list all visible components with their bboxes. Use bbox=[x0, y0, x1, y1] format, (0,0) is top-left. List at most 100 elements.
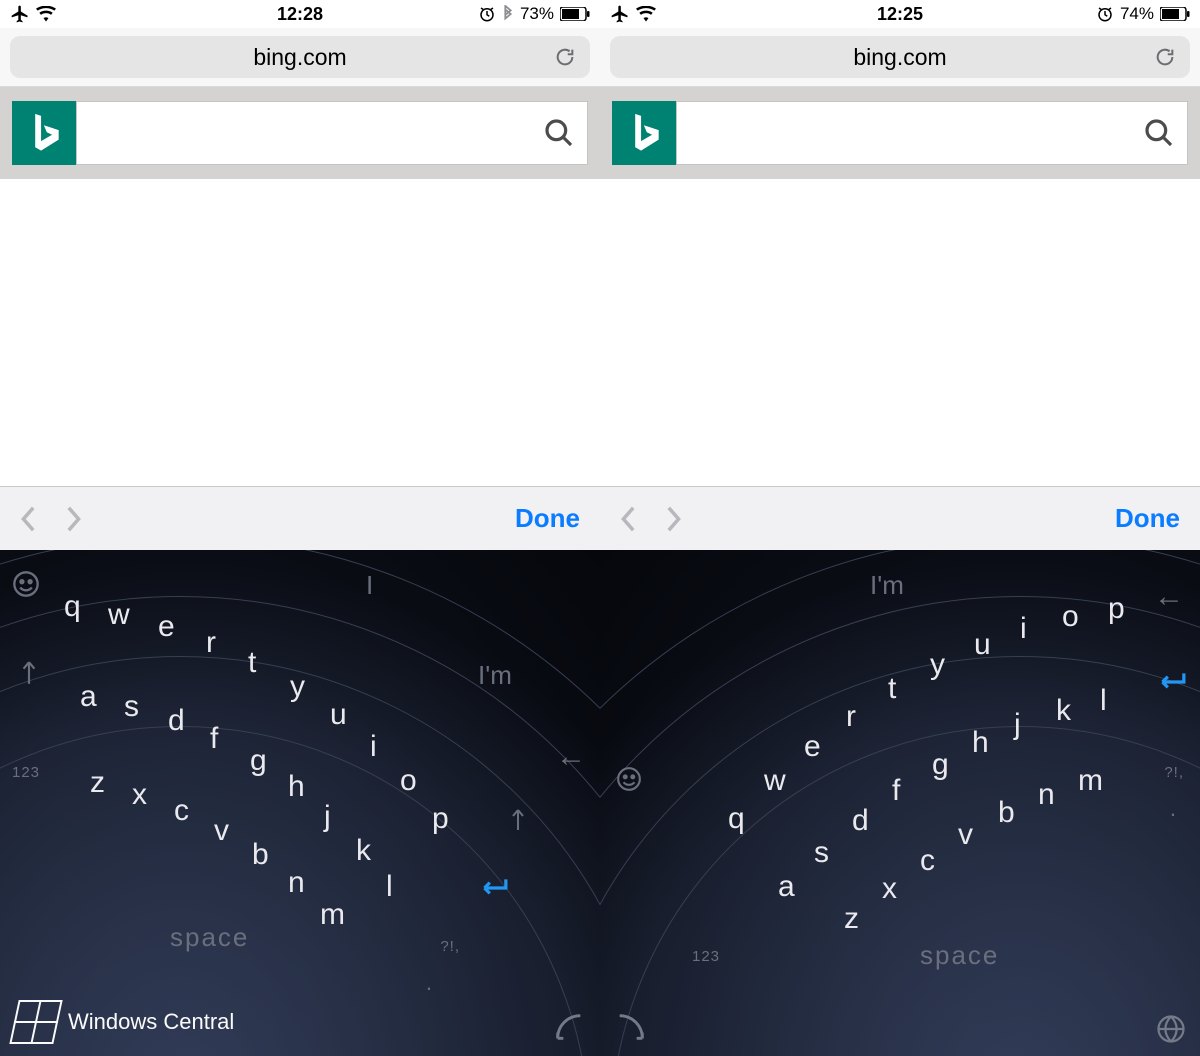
key-k[interactable]: k bbox=[1056, 694, 1071, 728]
key-a[interactable]: a bbox=[778, 870, 795, 904]
key-m[interactable]: m bbox=[1078, 764, 1103, 798]
url-text: bing.com bbox=[853, 44, 946, 71]
one-hand-toggle-icon[interactable] bbox=[552, 1010, 586, 1044]
key-z[interactable]: z bbox=[90, 766, 105, 800]
punctuation-key[interactable]: ?!, bbox=[1164, 764, 1184, 781]
key-e[interactable]: e bbox=[158, 610, 175, 644]
keyboard-accessory: Done bbox=[0, 486, 600, 550]
key-h[interactable]: h bbox=[288, 770, 305, 804]
emoji-icon[interactable] bbox=[616, 766, 642, 792]
done-button[interactable]: Done bbox=[1115, 503, 1180, 534]
search-input[interactable] bbox=[76, 101, 588, 165]
key-g[interactable]: g bbox=[932, 748, 949, 782]
reload-icon[interactable] bbox=[1154, 45, 1176, 69]
shift-key-right[interactable] bbox=[508, 808, 528, 832]
enter-key[interactable] bbox=[478, 876, 508, 900]
key-y[interactable]: y bbox=[290, 670, 305, 704]
space-key[interactable]: space bbox=[170, 922, 249, 953]
next-field-icon[interactable] bbox=[664, 505, 682, 533]
url-bar[interactable]: bing.com bbox=[610, 36, 1190, 78]
key-q[interactable]: q bbox=[728, 802, 745, 836]
key-j[interactable]: j bbox=[324, 800, 331, 834]
key-d[interactable]: d bbox=[168, 704, 185, 738]
search-icon[interactable] bbox=[543, 117, 575, 149]
key-w[interactable]: w bbox=[108, 598, 130, 632]
keyboard[interactable]: I'm ← ?!, . 123 q w e r t y u i o p bbox=[600, 550, 1200, 1056]
key-f[interactable]: f bbox=[892, 774, 900, 808]
key-g[interactable]: g bbox=[250, 744, 267, 778]
key-a[interactable]: a bbox=[80, 680, 97, 714]
key-w[interactable]: w bbox=[764, 764, 786, 798]
prev-field-icon[interactable] bbox=[20, 505, 38, 533]
key-s[interactable]: s bbox=[124, 690, 139, 724]
key-s[interactable]: s bbox=[814, 836, 829, 870]
key-l[interactable]: l bbox=[386, 870, 393, 904]
period-key[interactable]: . bbox=[426, 970, 432, 996]
key-t[interactable]: t bbox=[248, 646, 256, 680]
key-r[interactable]: r bbox=[846, 700, 856, 734]
key-c[interactable]: c bbox=[920, 844, 935, 878]
key-m[interactable]: m bbox=[320, 898, 345, 932]
period-key[interactable]: . bbox=[1170, 796, 1176, 822]
search-region bbox=[0, 87, 600, 179]
space-key[interactable]: space bbox=[920, 940, 999, 971]
key-i[interactable]: i bbox=[370, 730, 377, 764]
next-field-icon[interactable] bbox=[64, 505, 82, 533]
backspace-icon[interactable]: ← bbox=[1154, 580, 1184, 614]
key-u[interactable]: u bbox=[330, 698, 347, 732]
key-x[interactable]: x bbox=[132, 778, 147, 812]
key-z[interactable]: z bbox=[844, 902, 859, 936]
suggestion-0[interactable]: I'm bbox=[870, 570, 904, 601]
cursor-left-icon[interactable]: ← bbox=[556, 740, 586, 774]
key-o[interactable]: o bbox=[1062, 600, 1079, 634]
enter-key[interactable] bbox=[1156, 670, 1186, 694]
key-x[interactable]: x bbox=[882, 872, 897, 906]
wifi-icon bbox=[636, 6, 656, 22]
suggestion-1[interactable]: I'm bbox=[478, 660, 512, 691]
numeric-key[interactable]: 123 bbox=[692, 948, 720, 965]
key-v[interactable]: v bbox=[214, 814, 229, 848]
url-bar-region: bing.com bbox=[600, 28, 1200, 87]
shift-key[interactable] bbox=[18, 660, 40, 686]
key-v[interactable]: v bbox=[958, 818, 973, 852]
key-t[interactable]: t bbox=[888, 672, 896, 706]
key-e[interactable]: e bbox=[804, 730, 821, 764]
bing-logo[interactable] bbox=[612, 101, 676, 165]
key-l[interactable]: l bbox=[1100, 684, 1107, 718]
key-b[interactable]: b bbox=[998, 796, 1015, 830]
key-p[interactable]: p bbox=[1108, 592, 1125, 626]
key-b[interactable]: b bbox=[252, 838, 269, 872]
url-bar[interactable]: bing.com bbox=[10, 36, 590, 78]
globe-icon[interactable] bbox=[1156, 1014, 1186, 1044]
one-hand-toggle-icon[interactable] bbox=[614, 1010, 648, 1044]
keyboard[interactable]: 123 I I'm ← ?!, . q w e r t y u i o p bbox=[0, 550, 600, 1056]
key-q[interactable]: q bbox=[64, 590, 81, 624]
search-input[interactable] bbox=[676, 101, 1188, 165]
prev-field-icon[interactable] bbox=[620, 505, 638, 533]
punctuation-key[interactable]: ?!, bbox=[440, 938, 460, 955]
search-icon[interactable] bbox=[1143, 117, 1175, 149]
key-d[interactable]: d bbox=[852, 804, 869, 838]
key-k[interactable]: k bbox=[356, 834, 371, 868]
key-h[interactable]: h bbox=[972, 726, 989, 760]
suggestion-0[interactable]: I bbox=[366, 570, 373, 601]
bing-logo[interactable] bbox=[12, 101, 76, 165]
key-r[interactable]: r bbox=[206, 626, 216, 660]
emoji-icon[interactable] bbox=[12, 570, 40, 598]
key-o[interactable]: o bbox=[400, 764, 417, 798]
bluetooth-icon bbox=[502, 5, 514, 23]
key-u[interactable]: u bbox=[974, 628, 991, 662]
wifi-icon bbox=[36, 6, 56, 22]
key-j[interactable]: j bbox=[1014, 708, 1021, 742]
key-n[interactable]: n bbox=[1038, 778, 1055, 812]
key-y[interactable]: y bbox=[930, 648, 945, 682]
numeric-key[interactable]: 123 bbox=[12, 764, 40, 781]
done-button[interactable]: Done bbox=[515, 503, 580, 534]
key-i[interactable]: i bbox=[1020, 612, 1027, 646]
url-text: bing.com bbox=[253, 44, 346, 71]
key-c[interactable]: c bbox=[174, 794, 189, 828]
reload-icon[interactable] bbox=[554, 45, 576, 69]
key-n[interactable]: n bbox=[288, 866, 305, 900]
key-p[interactable]: p bbox=[432, 802, 449, 836]
key-f[interactable]: f bbox=[210, 722, 218, 756]
